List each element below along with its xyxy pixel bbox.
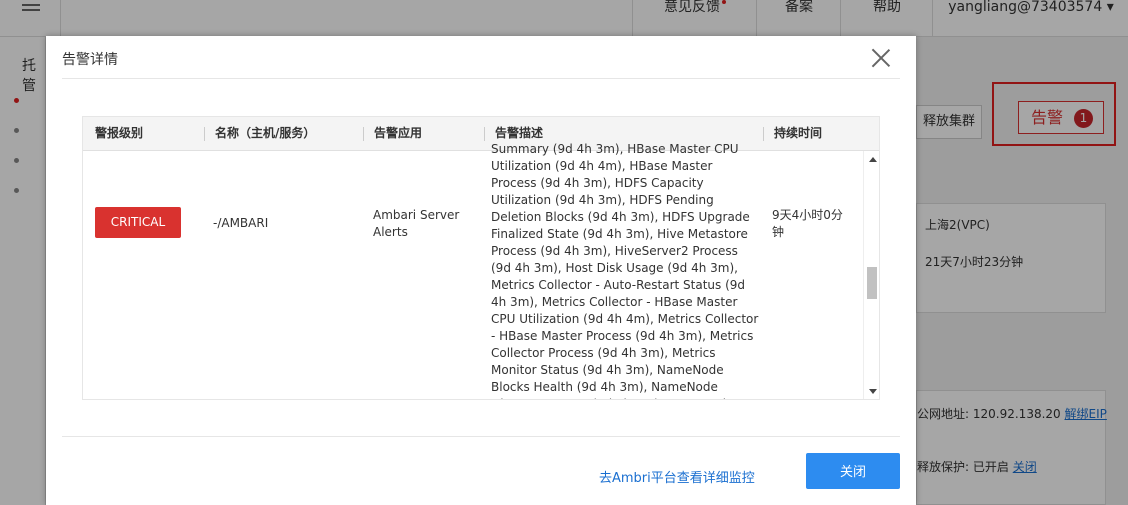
- alarm-name-cell: -/AMBARI: [213, 216, 269, 230]
- dialog-title: 告警详情: [62, 52, 118, 68]
- column-divider: [484, 127, 485, 141]
- alarm-detail-dialog: 告警详情 警报级别 名称（主机/服务） 告警应用 告警描述 持续时间 CRITI…: [46, 36, 916, 505]
- table-header: 警报级别 名称（主机/服务） 告警应用 告警描述 持续时间: [83, 117, 879, 151]
- divider: [62, 436, 900, 437]
- table-row: CRITICAL -/AMBARI Ambari Server Alerts S…: [83, 142, 863, 399]
- alarm-description-cell: Summary (9d 4h 3m), HBase Master CPU Uti…: [491, 142, 759, 399]
- divider: [62, 78, 900, 79]
- alarm-table: 警报级别 名称（主机/服务） 告警应用 告警描述 持续时间 CRITICAL -…: [82, 116, 880, 400]
- close-icon[interactable]: [871, 48, 891, 68]
- alarm-duration-cell: 9天4小时0分钟: [772, 208, 843, 239]
- alarm-app-cell: Ambari Server Alerts: [373, 208, 460, 239]
- column-divider: [363, 127, 364, 141]
- scrollbar-thumb[interactable]: [867, 267, 877, 299]
- ambari-monitor-link[interactable]: 去Ambri平台查看详细监控: [599, 467, 755, 486]
- column-header-name: 名称（主机/服务）: [215, 126, 316, 140]
- critical-level-badge: CRITICAL: [95, 207, 181, 238]
- close-button[interactable]: 关闭: [806, 453, 900, 489]
- column-header-level: 警报级别: [95, 126, 144, 140]
- table-scrollbar[interactable]: [863, 151, 879, 399]
- column-divider: [763, 127, 764, 141]
- column-header-duration: 持续时间: [774, 126, 823, 140]
- column-divider: [204, 127, 205, 141]
- scroll-down-arrow-icon[interactable]: [869, 389, 877, 394]
- scroll-up-arrow-icon[interactable]: [869, 157, 877, 162]
- column-header-app: 告警应用: [374, 126, 423, 140]
